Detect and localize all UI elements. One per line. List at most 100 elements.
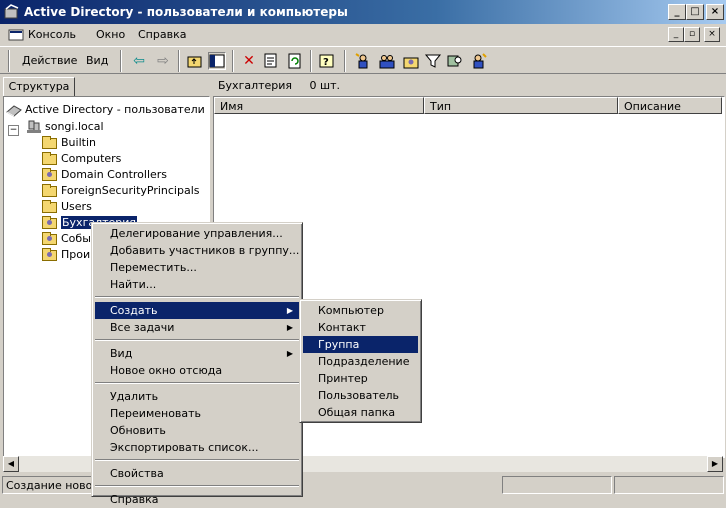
back-icon[interactable]: ⇦ (130, 52, 148, 70)
toolbar: Действие Вид ⇦ ⇨ ✕ ? (0, 46, 726, 74)
menu-item-new[interactable]: Создать ▶ (95, 302, 299, 319)
close-button[interactable]: × (706, 4, 724, 20)
directory-book-icon (6, 105, 22, 117)
properties-icon[interactable] (262, 52, 280, 70)
menu-help[interactable]: Справка (138, 28, 186, 41)
domain-icon (27, 120, 41, 133)
folder-icon (42, 183, 57, 197)
filter-icon[interactable] (424, 52, 442, 70)
menu-item-help[interactable]: Справка (95, 491, 299, 508)
tree-item-label: Прои (61, 248, 91, 261)
tree-root[interactable]: Active Directory - пользователи и ко (6, 102, 209, 118)
tree-item-events[interactable]: Событ (42, 231, 97, 247)
menu-action[interactable]: Действие (22, 54, 77, 67)
context-menu: Делегирование управления... Добавить уча… (91, 222, 303, 506)
mdi-minimize-button[interactable]: _ (668, 27, 684, 42)
tree-item-builtin[interactable]: Builtin (42, 135, 96, 151)
menu-item-export-list[interactable]: Экспортировать список... (95, 439, 299, 456)
tree-domain[interactable]: songi.local (26, 119, 104, 135)
ou-folder-icon (42, 247, 57, 261)
submenu-item-printer[interactable]: Принтер (303, 370, 418, 387)
minimize-button[interactable]: _ (668, 4, 686, 20)
menu-item-move[interactable]: Переместить... (95, 259, 299, 276)
folder-icon (42, 151, 57, 165)
add-to-group-icon[interactable] (470, 52, 488, 70)
menu-item-delegate-control[interactable]: Делегирование управления... (95, 225, 299, 242)
window-title: Active Directory - пользователи и компью… (24, 5, 348, 19)
menu-separator (95, 296, 299, 298)
show-tree-icon[interactable] (208, 52, 226, 70)
tree-item-label: Domain Controllers (61, 168, 168, 181)
submenu-item-user[interactable]: Пользователь (303, 387, 418, 404)
tree-item-foreign-security-principals[interactable]: ForeignSecurityPrincipals (42, 183, 200, 199)
tree-item-users[interactable]: Users (42, 199, 92, 215)
mdi-restore-button[interactable]: ▫ (684, 27, 700, 42)
new-group-icon[interactable] (378, 52, 396, 70)
menu-item-new-window[interactable]: Новое окно отсюда (95, 362, 299, 379)
help-icon[interactable]: ? (318, 52, 336, 70)
submenu-item-ou[interactable]: Подразделение (303, 353, 418, 370)
tree-item-label: Computers (61, 152, 122, 165)
menu-item-all-tasks[interactable]: Все задачи ▶ (95, 319, 299, 336)
new-user-icon[interactable] (354, 52, 372, 70)
scroll-right-icon[interactable]: ▶ (707, 456, 723, 472)
toolbar-separator (178, 50, 180, 72)
menu-item-find[interactable]: Найти... (95, 276, 299, 293)
menu-item-view[interactable]: Вид ▶ (95, 345, 299, 362)
menu-separator (95, 382, 299, 384)
menu-item-delete[interactable]: Удалить (95, 388, 299, 405)
status-text: Создание нового (2, 476, 98, 494)
menu-separator (95, 485, 299, 487)
folder-icon (42, 199, 57, 213)
maximize-button[interactable]: □ (686, 4, 704, 20)
result-pane-title: Бухгалтерия (218, 79, 293, 92)
ou-folder-icon (42, 167, 57, 181)
menu-view[interactable]: Вид (86, 54, 108, 67)
tree-item-label: Users (61, 200, 92, 213)
tree-expander[interactable]: − (8, 125, 19, 136)
submenu-item-shared-folder[interactable]: Общая папка (303, 404, 418, 421)
tree-item-computers[interactable]: Computers (42, 151, 121, 167)
refresh-icon[interactable] (286, 52, 304, 70)
delete-icon[interactable]: ✕ (240, 52, 258, 70)
column-header-description[interactable]: Описание (618, 97, 722, 114)
scroll-left-icon[interactable]: ◀ (3, 456, 19, 472)
menu-window[interactable]: Окно (96, 28, 125, 41)
tree-item-production[interactable]: Прои (42, 247, 90, 263)
submenu-item-group[interactable]: Группа (303, 336, 418, 353)
menu-separator (95, 459, 299, 461)
tree-item-label: Builtin (61, 136, 96, 149)
column-header-name[interactable]: Имя (214, 97, 424, 114)
menu-item-properties[interactable]: Свойства (95, 465, 299, 482)
tab-tree[interactable]: Структура (3, 77, 75, 97)
menu-console[interactable]: Консоль (28, 28, 76, 41)
ou-folder-icon (42, 231, 57, 245)
up-level-icon[interactable] (186, 52, 204, 70)
result-pane-header: Бухгалтерия 0 шт. (213, 77, 723, 95)
find-icon[interactable] (446, 52, 464, 70)
active-directory-icon (4, 4, 19, 19)
submenu-item-contact[interactable]: Контакт (303, 319, 418, 336)
menu-item-refresh[interactable]: Обновить (95, 422, 299, 439)
menu-item-add-members[interactable]: Добавить участников в группу... (95, 242, 299, 259)
toolbar-separator (310, 50, 312, 72)
console-icon (8, 29, 24, 41)
submenu-item-computer[interactable]: Компьютер (303, 302, 418, 319)
column-header-type[interactable]: Тип (424, 97, 618, 114)
ou-folder-icon (42, 215, 57, 229)
tree-item-label: ForeignSecurityPrincipals (61, 184, 200, 197)
toolbar-grip (8, 50, 10, 72)
submenu-arrow-icon: ▶ (286, 349, 293, 358)
tree-domain-label: songi.local (45, 120, 104, 133)
mdi-close-button[interactable]: × (704, 27, 720, 42)
menu-item-label: Все задачи (110, 321, 175, 334)
menu-item-label: Создать (110, 304, 158, 317)
menu-separator (95, 339, 299, 341)
menu-item-rename[interactable]: Переименовать (95, 405, 299, 422)
forward-icon[interactable]: ⇨ (154, 52, 172, 70)
folder-icon (42, 135, 57, 149)
tree-item-domain-controllers[interactable]: Domain Controllers (42, 167, 167, 183)
result-pane-count: 0 шт. (309, 79, 341, 92)
new-ou-icon[interactable] (402, 52, 420, 70)
toolbar-separator (344, 50, 346, 72)
